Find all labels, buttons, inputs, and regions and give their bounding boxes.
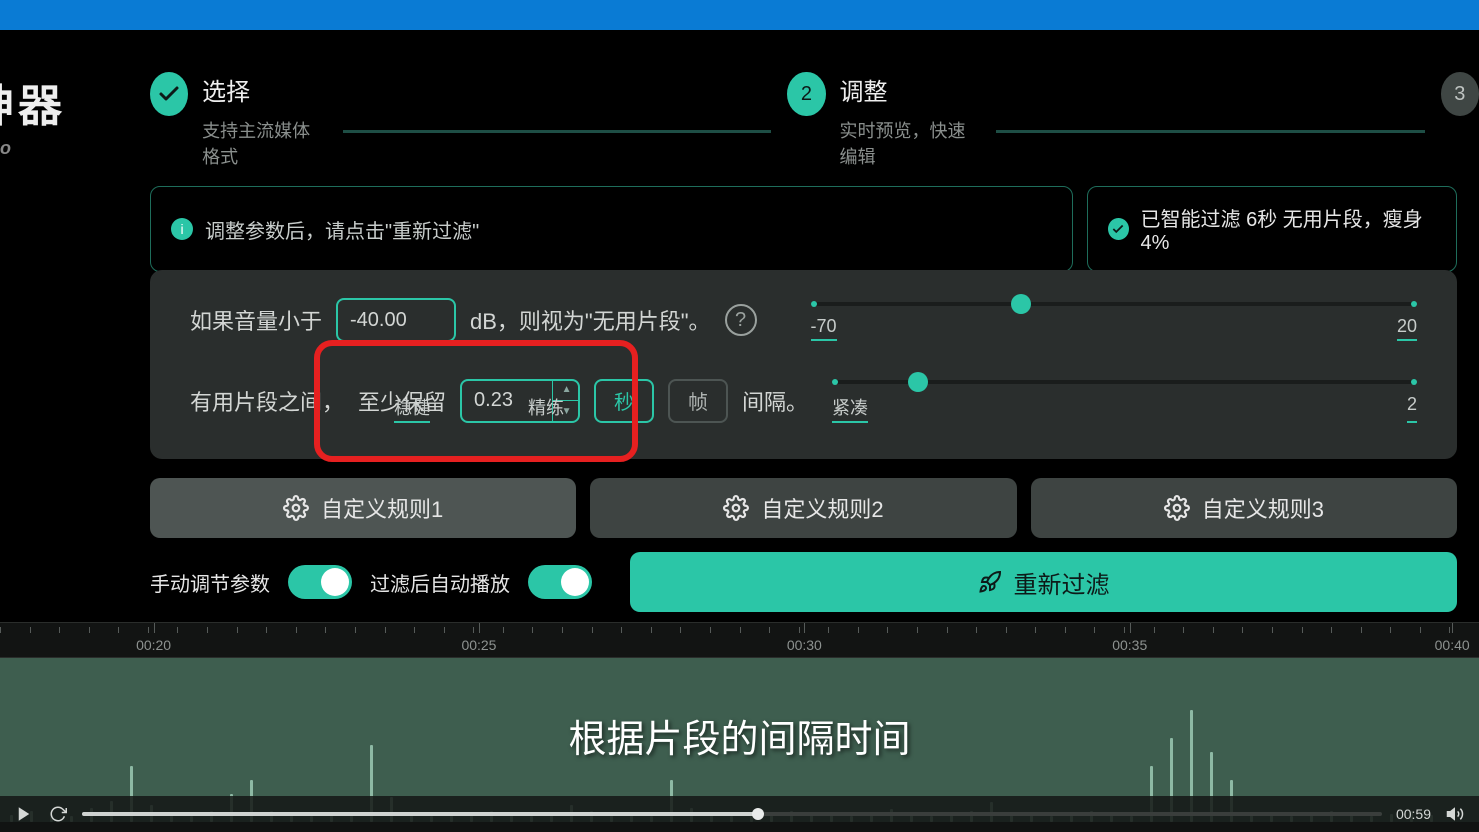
volume-slider-thumb[interactable] <box>1011 294 1031 314</box>
step-1-sub: 支持主流媒体格式 <box>202 117 327 169</box>
rocket-icon <box>978 570 1002 594</box>
custom-rule-2-button[interactable]: 自定义规则2 <box>590 478 1016 538</box>
gap-label-pre: 有用片段之间， <box>190 385 344 417</box>
volume-threshold-row: 如果音量小于 dB，则视为"无用片段"。 ? -70 20 <box>190 298 1417 342</box>
step-2-sub: 实时预览，快速编辑 <box>840 117 980 169</box>
video-subtitle: 根据片段的间隔时间 <box>0 708 1479 763</box>
custom-rule-1-button[interactable]: 自定义规则1 <box>150 478 576 538</box>
volume-label-pre: 如果音量小于 <box>190 304 322 336</box>
step-3-badge: 3 <box>1441 72 1479 116</box>
alert-success-text: 已智能过滤 6秒 无用片段，瘦身 4% <box>1141 203 1436 255</box>
volume-label-post: dB，则视为"无用片段"。 <box>470 304 711 336</box>
volume-button[interactable] <box>1445 804 1465 824</box>
unit-seconds-button[interactable]: 秒 <box>594 379 654 423</box>
gap-slider[interactable]: 紧凑 精练 稳健 2 <box>832 378 1417 423</box>
alert-info: i 调整参数后，请点击"重新过滤" <box>150 186 1073 272</box>
tick-compact: 紧凑 <box>832 394 868 423</box>
title-bar <box>0 0 1479 30</box>
unit-frames-button[interactable]: 帧 <box>668 379 728 423</box>
step-2-title: 调整 <box>840 72 980 107</box>
manual-params-toggle[interactable] <box>288 565 352 599</box>
gear-icon <box>283 495 309 521</box>
app-logo-sub: eo <box>0 138 11 159</box>
app-logo-title: 神器 <box>0 70 66 134</box>
step-2-badge: 2 <box>787 72 825 116</box>
step-connector <box>996 130 1425 133</box>
step-2: 2 调整 实时预览，快速编辑 <box>787 72 979 169</box>
video-progress-bar[interactable] <box>82 812 1382 816</box>
tick-max: 2 <box>1407 394 1417 423</box>
volume-threshold-input[interactable] <box>336 298 456 342</box>
custom-rule-3-button[interactable]: 自定义规则3 <box>1031 478 1457 538</box>
video-player-bar: 00:59 <box>0 796 1479 832</box>
step-connector <box>343 130 772 133</box>
step-1: 选择 支持主流媒体格式 <box>150 72 327 169</box>
tick-refined: 精练 <box>528 394 564 423</box>
play-button[interactable] <box>14 804 34 824</box>
step-1-title: 选择 <box>202 72 327 107</box>
gap-slider-thumb[interactable] <box>908 372 928 392</box>
video-time: 00:59 <box>1396 806 1431 822</box>
gear-icon <box>1164 495 1190 521</box>
loop-button[interactable] <box>48 804 68 824</box>
tick-robust: 稳健 <box>394 394 430 423</box>
settings-panel: 如果音量小于 dB，则视为"无用片段"。 ? -70 20 有用片段之间， 至 <box>150 270 1457 459</box>
info-icon: i <box>171 218 193 240</box>
autoplay-label: 过滤后自动播放 <box>370 568 510 597</box>
gear-icon <box>723 495 749 521</box>
timeline-ruler[interactable]: 00:2000:2500:3000:3500:40 <box>0 622 1479 658</box>
alert-info-text: 调整参数后，请点击"重新过滤" <box>205 215 479 244</box>
gap-keep-row: 有用片段之间， 至少保留 ▲ ▼ 秒 帧 间隔。 紧凑 <box>190 378 1417 423</box>
check-circle-icon <box>1108 218 1129 240</box>
wizard-steps: 选择 支持主流媒体格式 2 调整 实时预览，快速编辑 3 <box>150 72 1479 169</box>
gap-label-post: 间隔。 <box>742 385 808 417</box>
slider-max-label: 20 <box>1397 316 1417 341</box>
manual-params-label: 手动调节参数 <box>150 568 270 597</box>
autoplay-toggle[interactable] <box>528 565 592 599</box>
alert-success: 已智能过滤 6秒 无用片段，瘦身 4% <box>1087 186 1457 272</box>
help-icon[interactable]: ? <box>725 304 757 336</box>
check-icon <box>150 72 188 116</box>
slider-min-label: -70 <box>811 316 837 341</box>
refilter-button[interactable]: 重新过滤 <box>630 552 1457 612</box>
volume-slider[interactable]: -70 20 <box>811 300 1417 341</box>
